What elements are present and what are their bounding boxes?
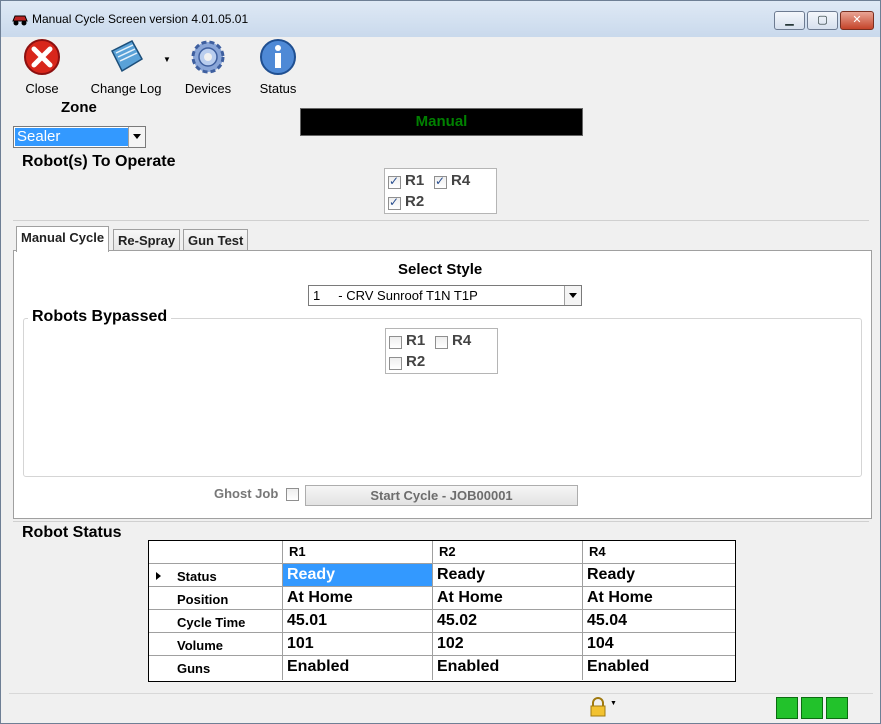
robot-checkbox-r1[interactable] [388, 174, 401, 189]
ghost-job-checkbox[interactable] [286, 488, 299, 501]
change-log-button[interactable]: Change Log ▼ [81, 37, 171, 96]
row-header-label: Cycle Time [177, 615, 246, 630]
grid-cell[interactable]: 104 [583, 633, 735, 656]
bypass-checkbox-r1[interactable] [389, 336, 402, 349]
status-bar: ▼ [9, 693, 873, 719]
robot-icon[interactable] [776, 697, 798, 719]
robot-status-title: Robot Status [22, 524, 122, 541]
info-icon [260, 39, 296, 75]
gear-icon [191, 40, 225, 74]
row-header-label: Position [177, 592, 229, 607]
tab-gun-test[interactable]: Gun Test [183, 229, 249, 252]
robot-checkbox-r2[interactable] [388, 195, 401, 210]
grid-cell[interactable]: Ready [583, 564, 735, 587]
close-icon [24, 39, 60, 75]
mode-indicator: Manual [300, 108, 583, 136]
zone-label: Zone [61, 99, 97, 116]
close-button[interactable]: Close [19, 37, 65, 96]
grid-cell[interactable]: 45.02 [433, 610, 583, 633]
grid-cell[interactable]: Enabled [283, 656, 433, 680]
tab-manual-cycle[interactable]: Manual Cycle [16, 226, 110, 252]
status-button[interactable]: Status [251, 37, 305, 96]
devices-button[interactable]: Devices [181, 37, 235, 96]
toolbar: Close Change Log ▼ Devices Status [9, 37, 873, 96]
column-header[interactable]: R1 [283, 541, 433, 564]
robots-bypassed-title: Robots Bypassed [28, 308, 172, 326]
bypass-checkbox-label: R4 [452, 332, 472, 349]
main-window: Manual Cycle Screen version 4.01.05.01 ▁… [0, 0, 881, 724]
divider [13, 521, 869, 522]
dropdown-arrow-icon[interactable]: ▼ [610, 700, 617, 707]
bypass-checkbox-label: R1 [406, 332, 426, 349]
style-dropdown[interactable]: 1 - CRV Sunroof T1N T1P [308, 285, 582, 306]
robots-to-operate-title: Robot(s) To Operate [22, 153, 176, 170]
ghost-job-label: Ghost Job [214, 486, 279, 501]
devices-label: Devices [184, 81, 232, 96]
app-icon [12, 15, 28, 26]
robot-checkbox-r4[interactable] [434, 174, 447, 189]
divider [13, 220, 869, 221]
client-area: Zone Sealer Manual Robot(s) To Operate R… [9, 95, 873, 719]
chevron-down-icon[interactable] [128, 127, 145, 147]
bypass-checkbox-label: R2 [406, 353, 426, 370]
row-header[interactable]: Guns [149, 656, 283, 680]
grid-cell[interactable]: 101 [283, 633, 433, 656]
robot-icon[interactable] [826, 697, 848, 719]
start-cycle-button[interactable]: Start Cycle - JOB00001 [305, 485, 578, 506]
row-header-label: Guns [177, 661, 211, 676]
tab-re-spray[interactable]: Re-Spray [113, 229, 181, 252]
grid-cell[interactable]: Enabled [433, 656, 583, 680]
grid-cell[interactable]: 45.04 [583, 610, 735, 633]
grid-corner [149, 541, 283, 564]
book-icon [110, 40, 144, 73]
chevron-down-icon[interactable] [564, 286, 581, 305]
column-header[interactable]: R4 [583, 541, 735, 564]
robot-checkbox-label: R1 [405, 172, 425, 189]
robot-checkbox-label: R4 [451, 172, 471, 189]
grid-cell[interactable]: Enabled [583, 656, 735, 680]
row-header[interactable]: Status [149, 564, 283, 587]
title-bar[interactable]: Manual Cycle Screen version 4.01.05.01 ▁… [1, 1, 880, 37]
grid-cell[interactable]: At Home [283, 587, 433, 610]
zone-dropdown[interactable]: Sealer [13, 126, 146, 148]
zone-selected-value: Sealer [15, 128, 130, 146]
robots-bypassed-panel: R1 R4 R2 [385, 328, 498, 374]
window-title: Manual Cycle Screen version 4.01.05.01 [32, 12, 249, 26]
grid-cell[interactable]: At Home [433, 587, 583, 610]
grid-cell[interactable]: 45.01 [283, 610, 433, 633]
manual-cycle-panel: Select Style 1 - CRV Sunroof T1N T1P Rob… [13, 250, 872, 519]
grid-cell[interactable]: Ready [433, 564, 583, 587]
close-label: Close [25, 81, 59, 96]
robot-checkbox-label: R2 [405, 193, 425, 210]
robots-to-operate-panel: R1 R4 R2 [384, 168, 497, 214]
current-row-arrow-icon [156, 572, 161, 580]
robot-status-grid[interactable]: R1 R2 R4 Status Ready Ready Ready Positi… [148, 540, 736, 682]
row-header[interactable]: Volume [149, 633, 283, 656]
row-header[interactable]: Cycle Time [149, 610, 283, 633]
dropdown-arrow-icon[interactable]: ▼ [163, 55, 171, 64]
maximize-button[interactable]: ▢ [807, 11, 838, 30]
bypass-checkbox-r4[interactable] [435, 336, 448, 349]
grid-cell[interactable]: 102 [433, 633, 583, 656]
robot-icon[interactable] [801, 697, 823, 719]
grid-cell[interactable]: Ready [283, 564, 433, 587]
grid-cell[interactable]: At Home [583, 587, 735, 610]
close-window-button[interactable]: ✕ [840, 11, 874, 30]
mode-text: Manual [415, 113, 468, 130]
row-header-label: Status [177, 569, 217, 584]
bypass-checkbox-r2[interactable] [389, 357, 402, 370]
change-log-label: Change Log [90, 81, 162, 96]
style-selected-value: 1 - CRV Sunroof T1N T1P [313, 288, 478, 303]
lock-icon[interactable] [589, 697, 607, 717]
row-header[interactable]: Position [149, 587, 283, 610]
row-header-label: Volume [177, 638, 223, 653]
column-header[interactable]: R2 [433, 541, 583, 564]
status-label: Status [259, 81, 297, 96]
minimize-button[interactable]: ▁ [774, 11, 805, 30]
select-style-label: Select Style [398, 261, 483, 278]
